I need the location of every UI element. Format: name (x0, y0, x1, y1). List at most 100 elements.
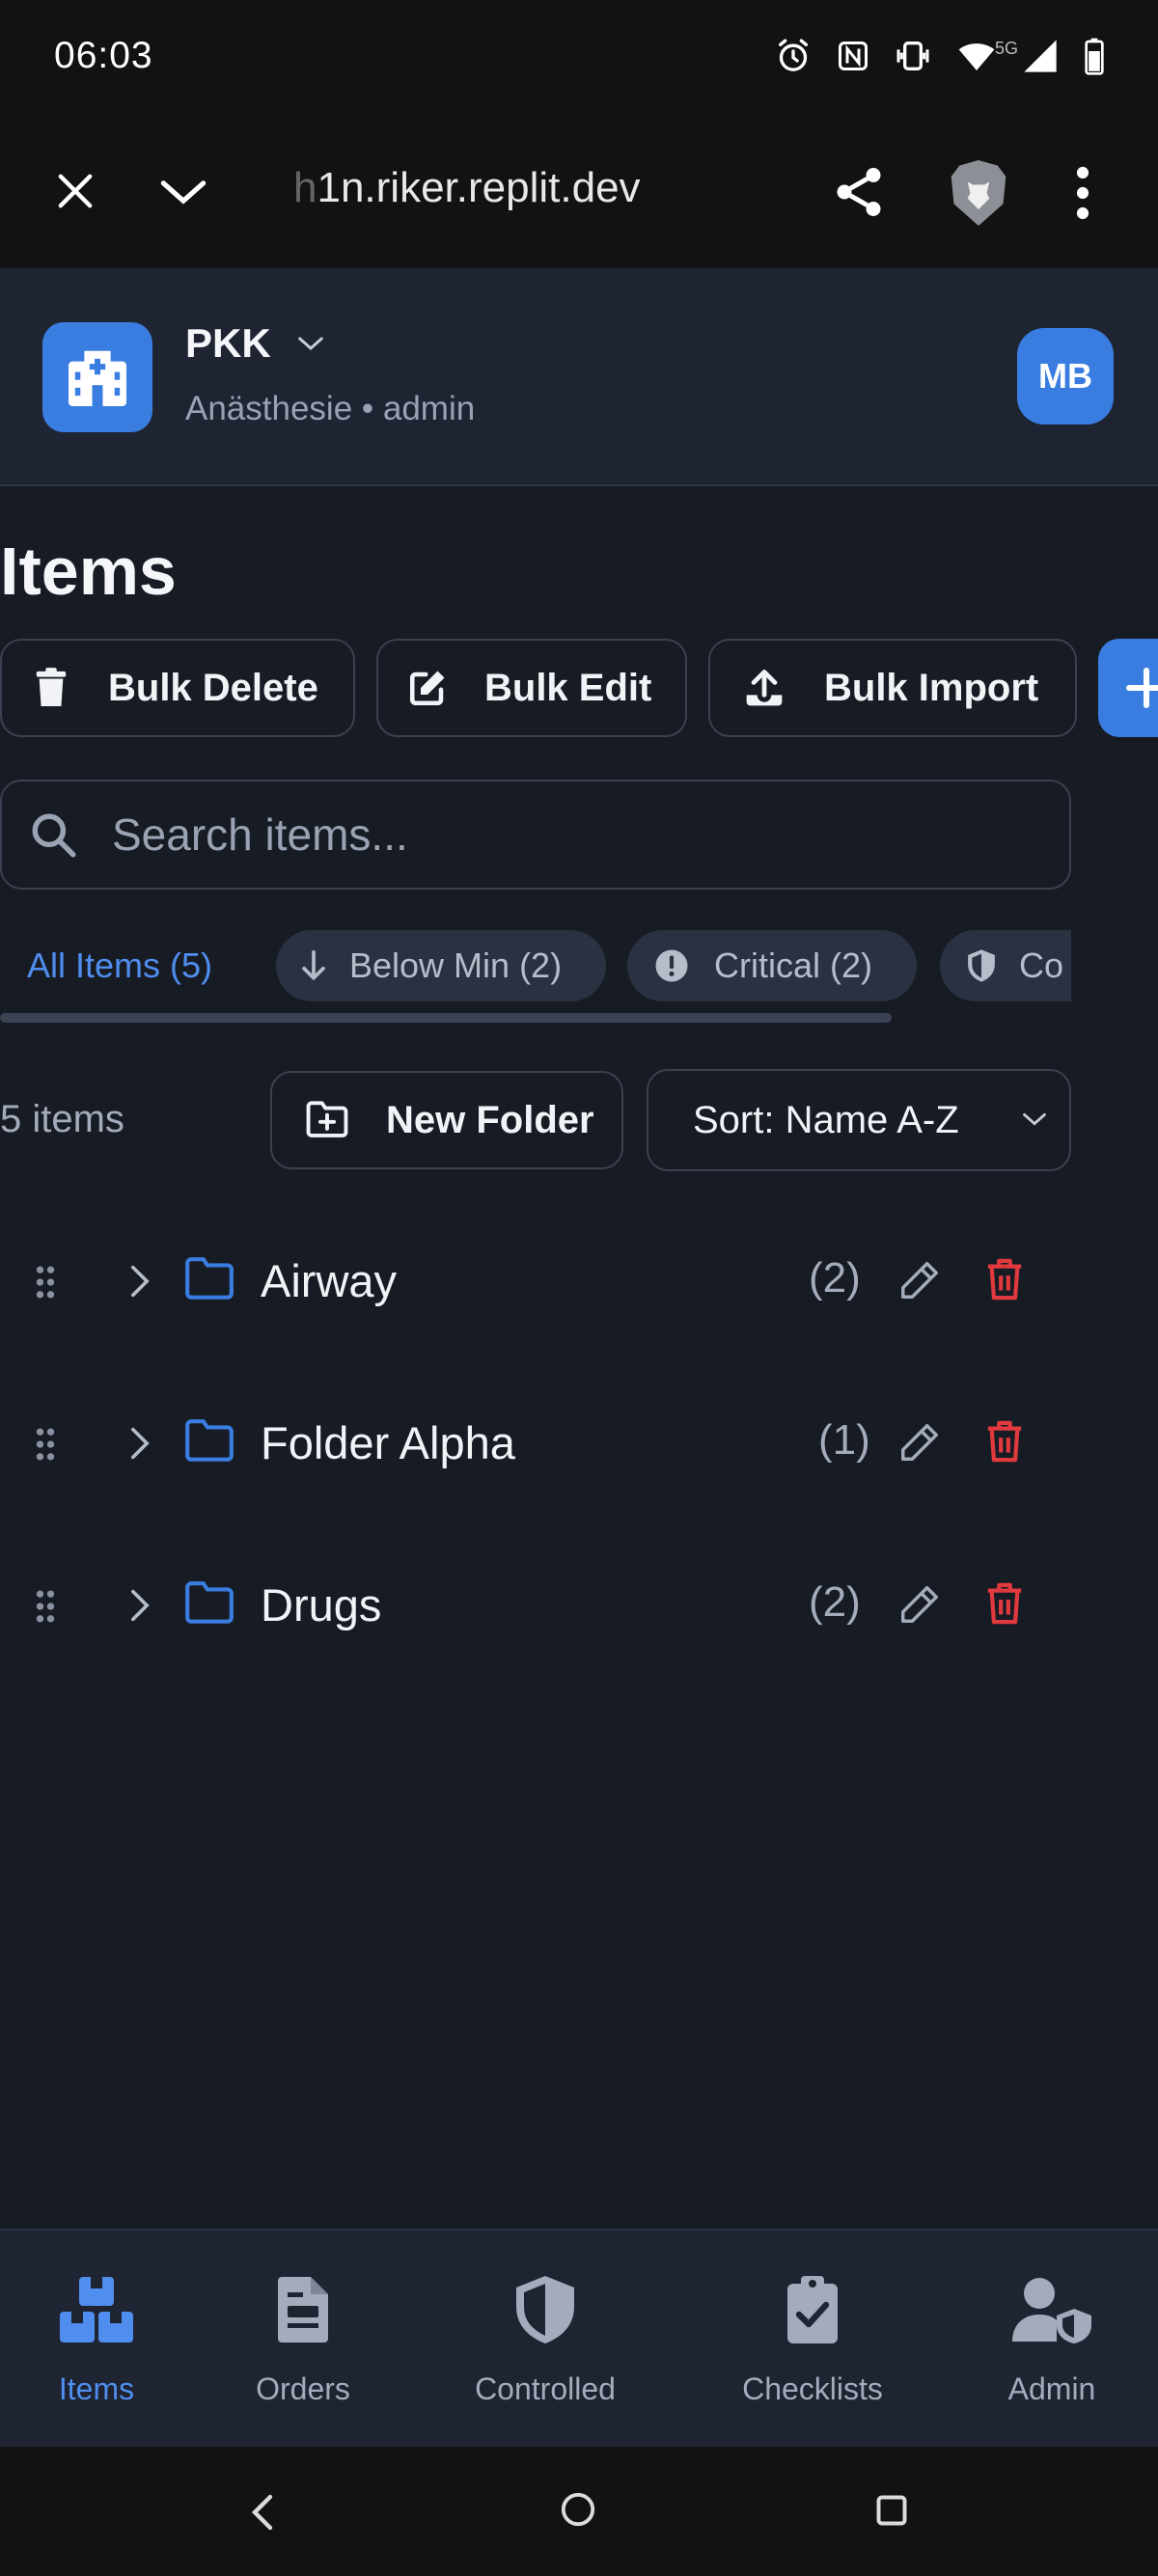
tab-below-min[interactable]: Below Min (2) (276, 930, 606, 1001)
tab-below-min-label: Below Min (2) (349, 945, 563, 985)
search-icon (32, 813, 76, 858)
new-folder-label: New Folder (386, 1098, 594, 1141)
folder-icon (185, 1581, 234, 1624)
nav-items[interactable]: Items (39, 2231, 154, 2449)
chevron-down-icon (297, 337, 323, 351)
alert-circle-icon (655, 949, 688, 982)
trash-icon[interactable] (984, 1418, 1025, 1465)
shield-icon (968, 949, 995, 982)
bulk-delete-label: Bulk Delete (108, 666, 318, 709)
trash-icon (36, 668, 67, 706)
folder-count: (2) (809, 1578, 861, 1626)
bulk-import-button[interactable]: Bulk Import (708, 639, 1077, 737)
folder-row[interactable]: Airway (2) (0, 1227, 1158, 1333)
folder-row[interactable]: Folder Alpha (1) (0, 1389, 1158, 1495)
shield-icon (513, 2271, 577, 2348)
url-prefix: h (293, 164, 317, 211)
unit-role-label: Anästhesie • admin (185, 390, 476, 427)
edit-icon (409, 671, 445, 706)
search-input[interactable] (112, 808, 1038, 861)
more-vert-icon[interactable] (1073, 166, 1092, 220)
nav-controlled[interactable]: Controlled (454, 2231, 637, 2449)
nav-controlled-label: Controlled (475, 2371, 616, 2406)
browser-toolbar: h1n.riker.replit.dev (0, 116, 1158, 268)
nav-items-label: Items (58, 2371, 135, 2406)
tab-critical[interactable]: Critical (2) (627, 930, 917, 1001)
status-time: 06:03 (54, 35, 153, 76)
chevron-down-icon[interactable] (156, 170, 210, 214)
hospital-icon (69, 350, 126, 406)
alarm-icon (779, 39, 808, 71)
close-icon[interactable] (50, 166, 100, 216)
back-icon[interactable] (249, 2493, 276, 2532)
boxes-icon (58, 2271, 135, 2348)
bottom-nav: Items Orders Controlled Checklists Admin (0, 2229, 1158, 2447)
nav-admin-label: Admin (1007, 2371, 1096, 2406)
nav-checklists-label: Checklists (742, 2371, 883, 2406)
vibrate-icon (896, 41, 929, 70)
pencil-icon[interactable] (897, 1582, 942, 1627)
nav-orders-label: Orders (256, 2371, 350, 2406)
nav-orders[interactable]: Orders (235, 2231, 371, 2449)
tab-controlled-label: Co (1019, 945, 1064, 985)
drag-handle-icon[interactable] (35, 1264, 56, 1301)
tabs-scrollbar[interactable] (0, 1013, 892, 1023)
sort-select[interactable]: Sort: Name A-Z (647, 1069, 1071, 1171)
nav-checklists[interactable]: Checklists (730, 2231, 896, 2449)
url-text: 1n.riker.replit.dev (317, 164, 641, 211)
tab-critical-label: Critical (2) (714, 945, 873, 985)
drag-handle-icon[interactable] (35, 1588, 56, 1625)
signal-icon (1024, 40, 1057, 72)
recent-apps-icon[interactable] (874, 2493, 909, 2528)
home-icon[interactable] (560, 2491, 596, 2528)
folder-name: Folder Alpha (261, 1417, 515, 1468)
wifi-icon (958, 43, 995, 70)
item-count: 5 items (0, 1098, 124, 1140)
upload-icon (746, 670, 783, 706)
trash-icon[interactable] (984, 1580, 1025, 1627)
bulk-delete-button[interactable]: Bulk Delete (0, 639, 355, 737)
hospital-name: PKK (185, 320, 271, 366)
folder-name: Airway (261, 1255, 398, 1306)
clipboard-check-icon (786, 2271, 840, 2348)
share-icon[interactable] (830, 162, 888, 222)
folder-name: Drugs (261, 1579, 382, 1631)
pencil-icon[interactable] (897, 1420, 942, 1465)
nfc-icon (839, 41, 868, 70)
chevron-right-icon[interactable] (129, 1426, 151, 1461)
battery-icon (1085, 38, 1104, 75)
user-shield-icon (1010, 2271, 1093, 2348)
filter-tabs: All Items (5) Below Min (2) Critical (2)… (0, 926, 1071, 1003)
hospital-logo (42, 322, 152, 432)
folder-icon (185, 1419, 234, 1462)
add-item-button[interactable] (1098, 639, 1158, 737)
plus-icon (1126, 668, 1158, 708)
sort-selected-value: Sort: Name A-Z (693, 1098, 959, 1141)
folder-row[interactable]: Drugs (2) (0, 1551, 1158, 1658)
bulk-import-label: Bulk Import (824, 666, 1039, 709)
url-bar[interactable]: h1n.riker.replit.dev (293, 164, 641, 212)
document-icon (276, 2271, 330, 2348)
brave-shield-icon[interactable] (946, 156, 1011, 230)
drag-handle-icon[interactable] (35, 1426, 56, 1463)
bulk-edit-label: Bulk Edit (484, 666, 652, 709)
folder-count: (1) (818, 1416, 870, 1464)
avatar[interactable]: MB (1017, 328, 1114, 425)
search-box (0, 780, 1071, 890)
folder-plus-icon (306, 1101, 348, 1137)
bulk-edit-button[interactable]: Bulk Edit (376, 639, 687, 737)
chevron-right-icon[interactable] (129, 1588, 151, 1623)
nav-admin[interactable]: Admin (994, 2231, 1110, 2449)
page-title: Items (0, 534, 177, 609)
chevron-right-icon[interactable] (129, 1264, 151, 1299)
status-bar: 06:03 5G (0, 0, 1158, 116)
new-folder-button[interactable]: New Folder (270, 1071, 623, 1169)
hospital-selector[interactable]: PKK (185, 320, 325, 367)
trash-icon[interactable] (984, 1256, 1025, 1302)
tab-all-items[interactable]: All Items (5) (0, 930, 212, 1001)
pencil-icon[interactable] (897, 1258, 942, 1302)
chevron-down-icon (1023, 1112, 1046, 1126)
tab-controlled[interactable]: Co (940, 930, 1071, 1001)
app-header: PKK Anästhesie • admin MB (0, 268, 1158, 486)
folder-count: (2) (809, 1254, 861, 1302)
